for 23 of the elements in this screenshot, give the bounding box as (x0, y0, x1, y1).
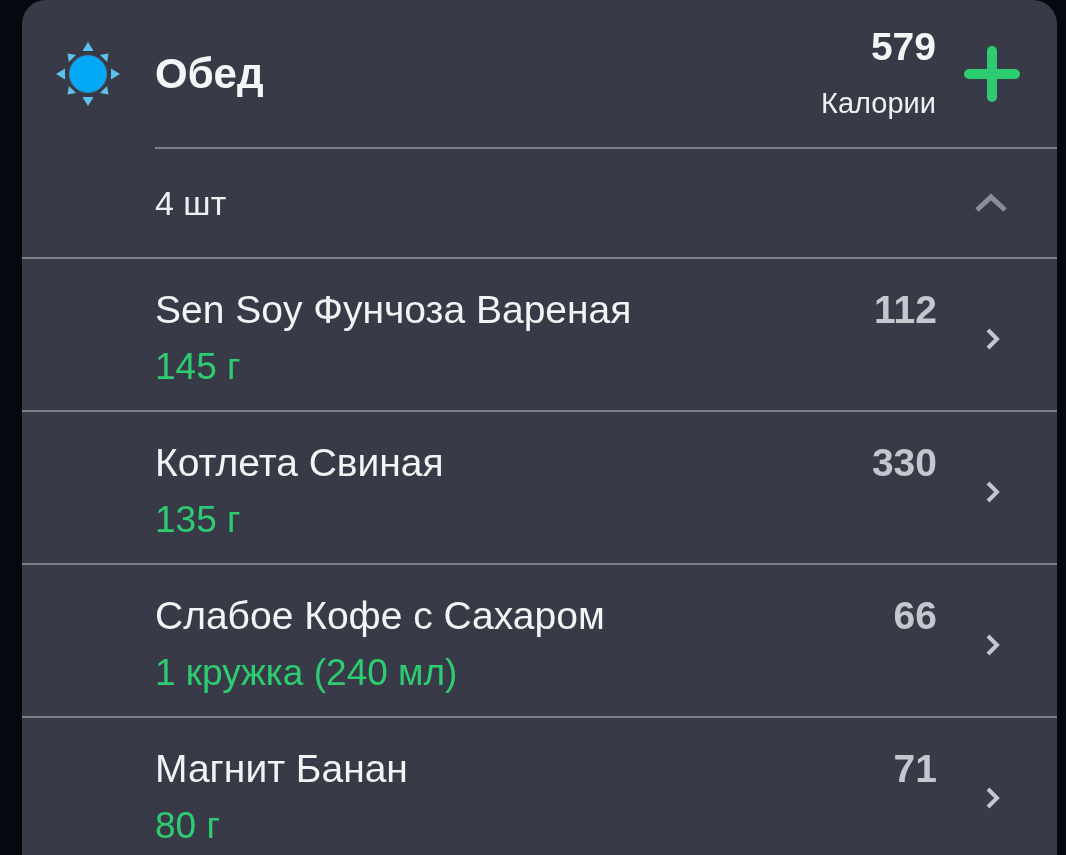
food-portion: 80 г (155, 804, 220, 848)
chevron-right-icon[interactable] (986, 786, 1000, 809)
chevron-right-icon[interactable] (986, 327, 1000, 350)
food-name: Sen Soy Фунчоза Вареная (155, 287, 633, 333)
calorie-total: 579 (870, 24, 936, 69)
add-icon[interactable] (964, 45, 1020, 102)
item-count: 4 шт (155, 183, 227, 224)
food-portion: 145 г (155, 345, 241, 389)
calorie-label: Калории (821, 85, 936, 121)
food-calories: 330 (871, 440, 937, 486)
chevron-right-icon[interactable] (986, 480, 1000, 503)
food-name: Котлета Свиная (155, 440, 445, 486)
food-name: Магнит Банан (155, 746, 409, 792)
food-calories: 66 (893, 593, 937, 639)
food-name: Слабое Кофе с Сахаром (155, 593, 606, 639)
food-portion: 1 кружка (240 мл) (155, 651, 458, 695)
meal-title: Обед (155, 48, 264, 99)
chevron-up-icon[interactable] (974, 193, 1008, 213)
chevron-right-icon[interactable] (986, 633, 1000, 656)
food-portion: 135 г (155, 498, 241, 542)
sun-icon (55, 40, 121, 107)
food-calories: 71 (893, 746, 937, 792)
food-calories: 112 (874, 287, 937, 333)
